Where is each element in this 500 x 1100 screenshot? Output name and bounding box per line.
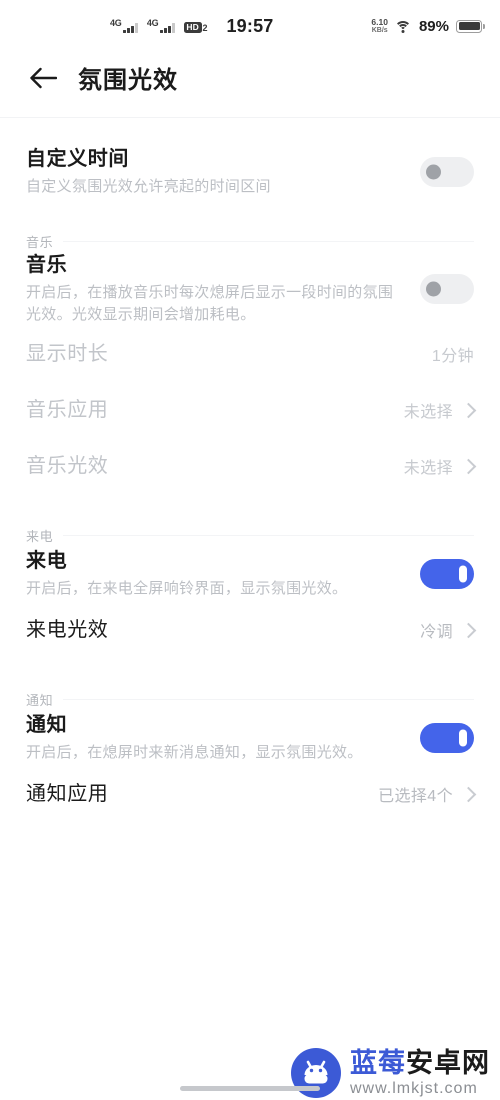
chevron-right-icon bbox=[460, 622, 477, 639]
row-display-duration: 显示时长 1分钟 bbox=[0, 326, 500, 382]
row-right: 已选择4个 bbox=[378, 782, 477, 806]
row-title: 音乐应用 bbox=[26, 398, 109, 421]
phone-screen: 4G 4G HD 2 19:57 6.10 KB/s 89% 氛围光效 自定义时… bbox=[0, 0, 500, 1100]
row-main: 自定义时间 自定义氛围光效允许亮起的时间区间 bbox=[26, 146, 404, 198]
row-description: 开启后，在来电全屏响铃界面，显示氛围光效。 bbox=[26, 580, 348, 598]
sim2-network-label: 4G bbox=[146, 18, 159, 28]
status-bar-right: 6.10 KB/s 89% bbox=[371, 16, 485, 35]
row-right: 1分钟 bbox=[432, 342, 474, 366]
watermark-brand-part1: 蓝莓 bbox=[350, 1047, 406, 1078]
battery-icon bbox=[456, 19, 485, 33]
row-incoming-call-effect[interactable]: 来电光效 冷调 bbox=[0, 602, 500, 658]
row-music[interactable]: 音乐 开启后，在播放音乐时每次熄屏后显示一段时间的氛围光效。光效显示期间会增加耗… bbox=[0, 252, 500, 326]
row-value: 1分钟 bbox=[431, 348, 474, 366]
row-right bbox=[420, 274, 474, 305]
row-right: 冷调 bbox=[420, 618, 477, 642]
row-music-effect: 音乐光效 未选择 bbox=[0, 438, 500, 494]
row-right bbox=[420, 559, 474, 590]
chevron-right-icon bbox=[460, 402, 477, 419]
home-indicator[interactable] bbox=[180, 1086, 320, 1091]
row-main: 通知 开启后，在熄屏时来新消息通知，显示氛围光效。 bbox=[26, 712, 404, 764]
section-label: 音乐 bbox=[26, 234, 54, 250]
wifi-icon bbox=[394, 20, 412, 33]
sim1-signal-bars bbox=[123, 22, 138, 33]
settings-list: 自定义时间 自定义氛围光效允许亮起的时间区间 音乐 音乐 开启后，在播放音乐时每… bbox=[0, 118, 500, 822]
row-right bbox=[420, 157, 474, 187]
row-value: 未选择 bbox=[403, 460, 453, 478]
volte-hd-icon: HD 2 bbox=[183, 21, 208, 33]
row-value: 已选择4个 bbox=[378, 788, 453, 806]
toggle-incoming-call[interactable] bbox=[420, 559, 474, 590]
row-music-app: 音乐应用 未选择 bbox=[0, 382, 500, 438]
row-description: 开启后，在熄屏时来新消息通知，显示氛围光效。 bbox=[26, 744, 363, 762]
back-button[interactable] bbox=[26, 61, 60, 95]
status-bar-clock: 19:57 bbox=[226, 15, 274, 36]
row-main: 音乐 开启后，在播放音乐时每次熄屏后显示一段时间的氛围光效。光效显示期间会增加耗… bbox=[26, 252, 404, 326]
sim2-signal-icon: 4G bbox=[147, 19, 175, 33]
toggle-music[interactable] bbox=[420, 274, 474, 305]
row-title: 音乐光效 bbox=[26, 454, 109, 477]
android-robot-glyph bbox=[304, 1060, 328, 1084]
row-value: 冷调 bbox=[420, 624, 453, 642]
row-title: 通知应用 bbox=[26, 782, 109, 805]
row-right: 未选择 bbox=[403, 398, 477, 422]
page-title: 氛围光效 bbox=[78, 67, 178, 94]
status-bar: 4G 4G HD 2 19:57 6.10 KB/s 89% bbox=[0, 0, 500, 52]
chevron-right-icon bbox=[460, 786, 477, 803]
row-custom-time[interactable]: 自定义时间 自定义氛围光效允许亮起的时间区间 bbox=[0, 144, 500, 200]
sim1-network-label: 4G bbox=[110, 18, 122, 28]
row-description: 自定义氛围光效允许亮起的时间区间 bbox=[26, 177, 271, 195]
row-main: 显示时长 bbox=[26, 341, 416, 368]
volte-sim-index: 2 bbox=[202, 23, 208, 33]
section-label: 通知 bbox=[26, 692, 54, 708]
row-incoming-call[interactable]: 来电 开启后，在来电全屏响铃界面，显示氛围光效。 bbox=[0, 546, 500, 602]
section-header-notification: 通知 bbox=[0, 688, 500, 710]
row-notification-apps[interactable]: 通知应用 已选择4个 bbox=[0, 766, 500, 822]
row-title: 自定义时间 bbox=[26, 147, 129, 170]
volte-hd-label: HD bbox=[183, 21, 202, 33]
row-right bbox=[420, 723, 474, 754]
row-title: 来电光效 bbox=[26, 618, 109, 641]
watermark-brand: 蓝莓安卓网 bbox=[350, 1047, 490, 1078]
row-main: 音乐应用 bbox=[26, 397, 388, 424]
status-bar-left: 4G 4G HD 2 bbox=[18, 19, 208, 33]
app-bar: 氛围光效 bbox=[0, 52, 500, 117]
watermark-url: www.lmkjst.com bbox=[350, 1079, 478, 1097]
row-title: 显示时长 bbox=[26, 342, 109, 365]
site-watermark: 蓝莓安卓网 www.lmkjst.com bbox=[291, 1048, 490, 1098]
section-rule bbox=[63, 240, 474, 242]
toggle-custom-time[interactable] bbox=[420, 157, 474, 187]
battery-percent-label: 89% bbox=[418, 17, 449, 35]
sim1-signal-icon: 4G bbox=[110, 19, 138, 33]
row-title: 音乐 bbox=[26, 254, 68, 276]
row-value: 未选择 bbox=[403, 404, 453, 422]
sim2-signal-bars bbox=[160, 22, 175, 33]
row-title: 通知 bbox=[26, 714, 68, 737]
arrow-left-icon bbox=[30, 67, 57, 88]
row-main: 来电光效 bbox=[26, 617, 404, 644]
watermark-text: 蓝莓安卓网 www.lmkjst.com bbox=[350, 1047, 490, 1097]
section-label: 来电 bbox=[26, 528, 54, 544]
section-rule bbox=[63, 534, 474, 536]
row-description: 开启后，在播放音乐时每次熄屏后显示一段时间的氛围光效。光效显示期间会增加耗电。 bbox=[26, 284, 394, 324]
row-notification[interactable]: 通知 开启后，在熄屏时来新消息通知，显示氛围光效。 bbox=[0, 710, 500, 766]
toggle-notification[interactable] bbox=[420, 723, 474, 754]
watermark-brand-part2: 安卓网 bbox=[406, 1047, 490, 1078]
section-header-incoming-call: 来电 bbox=[0, 524, 500, 546]
row-main: 音乐光效 bbox=[26, 453, 388, 480]
network-speed-value: 6.10 bbox=[371, 16, 388, 27]
row-right: 未选择 bbox=[403, 454, 477, 478]
row-main: 通知应用 bbox=[26, 781, 362, 808]
row-main: 来电 开启后，在来电全屏响铃界面，显示氛围光效。 bbox=[26, 548, 404, 600]
section-header-music: 音乐 bbox=[0, 230, 500, 252]
row-title: 来电 bbox=[26, 550, 68, 573]
chevron-right-icon bbox=[460, 458, 477, 475]
network-speed-indicator: 6.10 KB/s bbox=[371, 16, 388, 34]
section-rule bbox=[63, 698, 474, 700]
network-speed-unit: KB/s bbox=[371, 26, 388, 34]
